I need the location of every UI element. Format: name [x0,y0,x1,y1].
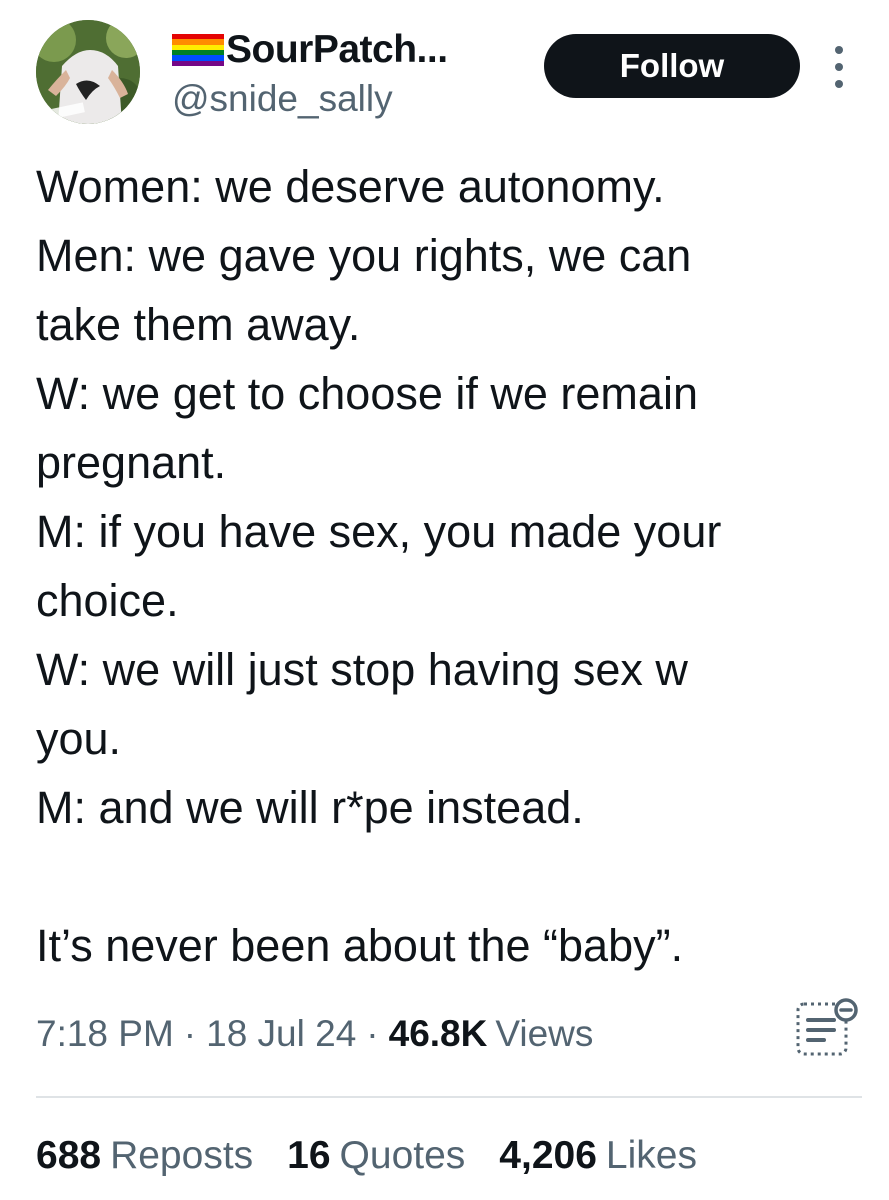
meta-separator: · [183,1013,197,1054]
likes-count: 4,206 [499,1134,597,1177]
meta-separator: · [366,1013,379,1054]
tweet-time[interactable]: 7:18 PM [36,1013,174,1055]
likes-stat[interactable]: 4,206 Likes [499,1134,697,1178]
quotes-count: 16 [287,1134,331,1177]
tweet-line: take them away. [36,299,361,350]
engagement-stats: 688 Reposts 16 Quotes 4,206 Likes [36,1134,731,1178]
tweet-text: Women: we deserve autonomy. Men: we gave… [36,152,866,980]
tweet-line: It’s never been about the “baby”. [36,920,684,971]
display-name-row[interactable]: SourPatch... [172,26,448,74]
tweet-line: pregnant. [36,437,227,488]
author-info: SourPatch... @snide_sally [172,26,448,120]
pride-flag-icon [172,34,224,66]
tweet-line: W: we will just stop having sex w [36,644,688,695]
reposts-stat[interactable]: 688 Reposts [36,1134,253,1178]
avatar-photo [36,20,140,124]
tweet-date[interactable]: 18 Jul 24 [206,1013,356,1055]
analytics-icon[interactable] [794,996,860,1060]
tweet-meta: 7:18 PM · 18 Jul 24 · 46.8K Views [36,1013,593,1055]
tweet-line: you. [36,713,122,764]
tweet-line: choice. [36,575,179,626]
display-name[interactable]: SourPatch... [226,28,448,72]
views-count: 46.8K [388,1013,488,1054]
divider [36,1096,862,1098]
reposts-count: 688 [36,1134,102,1177]
tweet-line: W: we get to choose if we remain [36,368,698,419]
views-label: Views [495,1013,594,1054]
tweet-line: Men: we gave you rights, we can [36,230,692,281]
avatar[interactable] [36,20,140,124]
more-icon[interactable] [826,42,852,92]
reposts-label: Reposts [110,1134,254,1177]
tweet-line: M: if you have sex, you made your [36,506,722,557]
tweet-line: M: and we will r*pe instead. [36,782,584,833]
user-handle[interactable]: @snide_sally [172,78,448,120]
quotes-label: Quotes [339,1134,466,1177]
tweet-line: Women: we deserve autonomy. [36,161,665,212]
quotes-stat[interactable]: 16 Quotes [287,1134,465,1178]
likes-label: Likes [605,1134,697,1177]
follow-button[interactable]: Follow [544,34,800,98]
